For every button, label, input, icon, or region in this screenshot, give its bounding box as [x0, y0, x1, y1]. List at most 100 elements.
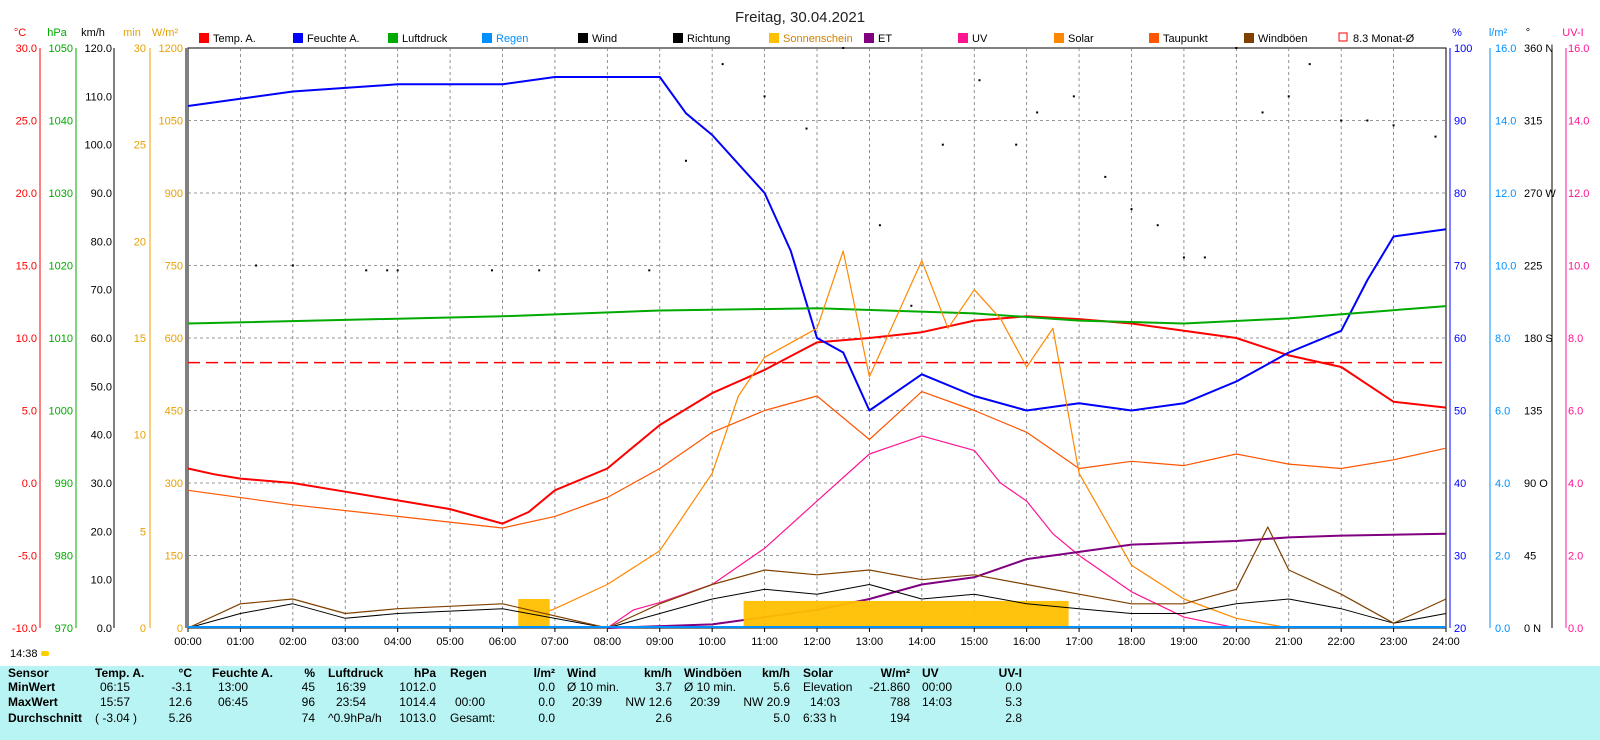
stat-value: 0.0	[1005, 680, 1022, 694]
axis-unit-uvi: UV-I	[1562, 27, 1583, 39]
stat-row-label: MaxWert	[8, 695, 58, 709]
axis-tick-press: 1050	[49, 43, 73, 55]
x-tick-label: 00:00	[174, 636, 202, 648]
axis-tick-wind: 70.0	[91, 285, 112, 297]
axis-tick-uvi: 8.0	[1568, 333, 1583, 345]
stat-value: Elevation	[803, 680, 853, 694]
stat-value: 0.0	[538, 695, 555, 709]
axis-tick-rain: 2.0	[1495, 551, 1510, 563]
legend-label: Luftdruck	[402, 33, 448, 45]
direction-point	[1261, 111, 1264, 114]
legend-label: Windböen	[1258, 33, 1308, 45]
stat-unit: hPa	[413, 666, 436, 680]
x-tick-label: 23:00	[1380, 636, 1408, 648]
stat-value: Ø 10 min.	[567, 680, 620, 694]
axis-tick-wind: 120.0	[84, 43, 112, 55]
direction-point	[1392, 124, 1395, 127]
axis-tick-sunmin: 20	[134, 236, 146, 248]
stat-value: ( -3.04 )	[95, 711, 138, 725]
legend-label: UV	[972, 33, 988, 45]
axis-tick-hum: 40	[1454, 478, 1466, 490]
axis-tick-wind: 20.0	[91, 526, 112, 538]
axis-tick-wind: 50.0	[91, 381, 112, 393]
axis-tick-uvi: 16.0	[1568, 43, 1589, 55]
axis-tick-wind: 10.0	[91, 575, 112, 587]
direction-point	[1308, 63, 1311, 66]
axis-tick-wind: 110.0	[85, 91, 112, 103]
axis-tick-uvi: 10.0	[1568, 261, 1589, 273]
direction-point	[721, 63, 724, 66]
legend-swatch	[199, 33, 209, 43]
legend-swatch	[1338, 32, 1348, 42]
legend-label: Regen	[496, 33, 528, 45]
direction-point	[255, 264, 258, 267]
legend-label: Taupunkt	[1163, 33, 1208, 45]
direction-point	[1156, 224, 1159, 227]
stat-header: Feuchte A.	[212, 666, 273, 680]
stat-header: Wind	[567, 666, 597, 680]
axis-unit-hum: %	[1452, 27, 1462, 39]
axis-tick-sunmin: 0	[140, 623, 146, 635]
stat-value: 6:33 h	[803, 711, 837, 725]
axis-tick-press: 1000	[49, 406, 73, 418]
axis-tick-temp: 20.0	[16, 188, 37, 200]
axis-tick-dir: 315	[1524, 116, 1542, 128]
stat-value: 15:57	[100, 695, 131, 709]
stat-header: Regen	[450, 666, 487, 680]
direction-point	[878, 224, 881, 227]
stat-value: -3.1	[171, 680, 192, 694]
axis-tick-sunmin: 10	[134, 430, 146, 442]
legend-label: Feuchte A.	[307, 33, 360, 45]
stat-unit: %	[304, 666, 315, 680]
axis-tick-dir: 180 S	[1524, 333, 1553, 345]
axis-tick-temp: 15.0	[16, 261, 37, 273]
axis-tick-rain: 8.0	[1495, 333, 1510, 345]
direction-point	[1203, 256, 1206, 259]
stat-row-label: Durchschnitt	[8, 711, 83, 725]
axis-tick-press: 980	[55, 551, 73, 563]
legend-swatch	[482, 33, 492, 43]
axis-tick-press: 1010	[49, 333, 73, 345]
legend-swatch	[769, 33, 779, 43]
axis-tick-hum: 20	[1454, 623, 1466, 635]
axis-tick-dir: 135	[1524, 406, 1542, 418]
axis-tick-rain: 6.0	[1495, 406, 1510, 418]
stat-value: 20:39	[690, 695, 721, 709]
stat-unit: °C	[178, 666, 192, 680]
stat-value: -21.860	[869, 680, 910, 694]
stat-value: 13:00	[218, 680, 249, 694]
axis-tick-press: 1030	[49, 188, 73, 200]
axis-tick-solar: 1050	[159, 116, 183, 128]
stat-value: 74	[301, 711, 315, 725]
axis-unit-sunmin: min	[123, 27, 141, 39]
stat-value: 5.3	[1005, 695, 1022, 709]
axis-unit-dir: °	[1526, 27, 1530, 39]
axis-tick-solar: 750	[165, 261, 183, 273]
stat-value: 0.0	[538, 680, 555, 694]
stat-value: 1012.0	[399, 680, 436, 694]
x-tick-label: 21:00	[1275, 636, 1303, 648]
legend-label: 8.3 Monat-Ø	[1353, 33, 1415, 45]
stat-value: 3.7	[655, 680, 672, 694]
stat-value: 00:00	[455, 695, 486, 709]
stat-value: Ø 10 min.	[684, 680, 737, 694]
stat-value: 1013.0	[399, 711, 436, 725]
legend-swatch	[1054, 33, 1064, 43]
axis-tick-uvi: 6.0	[1568, 406, 1583, 418]
axis-tick-solar: 1200	[159, 43, 183, 55]
stat-value: NW 20.9	[743, 695, 790, 709]
stat-value: 5.0	[773, 711, 790, 725]
axis-tick-temp: 30.0	[16, 43, 37, 55]
x-tick-label: 16:00	[1013, 636, 1041, 648]
x-tick-label: 15:00	[960, 636, 988, 648]
legend-swatch	[958, 33, 968, 43]
direction-point	[396, 269, 399, 272]
axis-tick-temp: 25.0	[16, 116, 37, 128]
x-tick-label: 11:00	[751, 636, 778, 648]
direction-point	[763, 95, 766, 98]
axis-tick-solar: 450	[165, 406, 183, 418]
axis-tick-temp: 0.0	[22, 478, 37, 490]
x-tick-label: 07:00	[541, 636, 569, 648]
x-tick-label: 03:00	[331, 636, 359, 648]
stat-value: 20:39	[572, 695, 603, 709]
